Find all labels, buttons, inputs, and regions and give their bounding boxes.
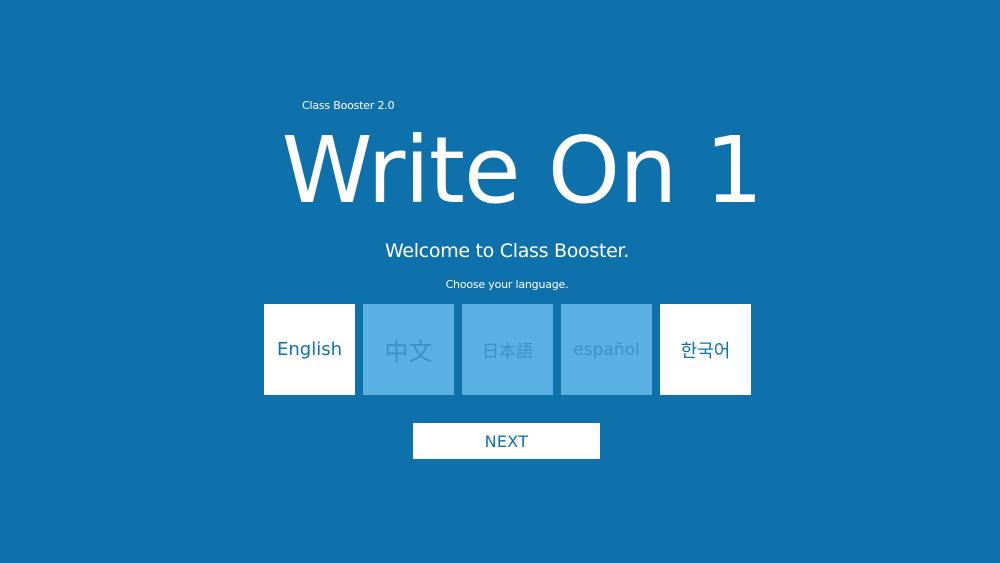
language-selector: English 中文 日本語 español 한국어 <box>264 304 751 395</box>
language-label-spanish: español <box>573 339 640 360</box>
language-option-japanese[interactable]: 日本語 <box>462 304 553 395</box>
app-subtitle: Class Booster 2.0 <box>302 99 395 112</box>
app-title: Write On 1 <box>281 117 764 224</box>
welcome-text: Welcome to Class Booster. <box>384 240 630 262</box>
language-label-chinese: 中文 <box>384 338 433 366</box>
language-option-chinese[interactable]: 中文 <box>363 304 454 395</box>
language-option-english[interactable]: English <box>264 304 355 395</box>
language-label-japanese: 日本語 <box>482 342 533 362</box>
language-label-english: English <box>277 339 342 360</box>
language-option-korean[interactable]: 한국어 <box>660 304 751 395</box>
language-option-spanish[interactable]: español <box>561 304 652 395</box>
next-button[interactable]: NEXT <box>413 423 600 459</box>
language-label-korean: 한국어 <box>680 340 731 362</box>
choose-language-prompt: Choose your language. <box>445 278 569 291</box>
